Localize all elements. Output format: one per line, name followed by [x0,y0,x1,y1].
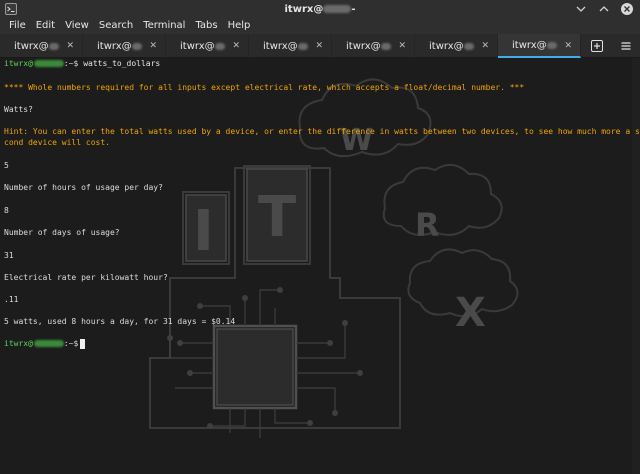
terminal-scrollbar[interactable] [632,58,640,474]
rate-question: Electrical rate per kilowatt hour? [4,273,168,282]
terminal-tab[interactable]: itwrx@ ✕ [415,34,498,58]
maximize-icon[interactable] [597,2,611,16]
watts-question: Watts? [4,105,33,114]
prompt-user: itwrx@ [4,59,33,68]
minimize-icon[interactable] [574,2,588,16]
terminal-tab[interactable]: itwrx@ ✕ [249,34,332,58]
svg-text:R: R [415,206,440,244]
tab-close-icon[interactable]: ✕ [481,40,489,52]
command-text: watts_to_dollars [83,59,161,68]
terminal-tab[interactable]: itwrx@ ✕ [332,34,415,58]
title-bar[interactable]: itwrx@ - [0,0,640,18]
prompt-line-1: itwrx@ :~$ watts_to_dollars [4,58,160,69]
tab-label: itwrx@ [263,41,308,52]
tab-label: itwrx@ [14,41,59,52]
menu-bar: File Edit View Search Terminal Tabs Help [0,18,640,34]
text-cursor [80,338,86,349]
tab-close-icon[interactable]: ✕ [398,40,406,52]
close-window-icon[interactable] [620,2,634,16]
prompt-user: itwrx@ [4,339,33,348]
hamburger-menu-icon [621,42,630,50]
prompt-suffix: :~$ [63,59,79,68]
tab-close-icon[interactable]: ✕ [149,40,157,52]
window-title-text: itwrx@ [284,3,324,15]
notice-line: **** Whole numbers required for all inpu… [4,83,525,92]
svg-text:I: I [193,199,214,264]
menu-help[interactable]: Help [223,18,256,34]
svg-text:X: X [455,290,486,336]
menu-tabs[interactable]: Tabs [190,18,222,34]
hint-line-1: Hint: You can enter the total watts used… [4,127,640,136]
itwrx-background-logo: I T W R X [149,78,519,438]
tab-bar: itwrx@ ✕ itwrx@ ✕ itwrx@ ✕ itwrx@ ✕ itwr… [0,34,640,58]
menu-edit[interactable]: Edit [31,18,60,34]
menu-file[interactable]: File [4,18,31,34]
days-answer: 31 [4,251,14,260]
tab-close-icon[interactable]: ✕ [232,40,240,52]
tab-label: itwrx@ [97,41,142,52]
new-tab-icon [590,40,603,52]
new-tab-button[interactable] [588,37,606,55]
prompt-suffix: :~$ [63,339,79,348]
terminal-app-icon [5,3,17,15]
tab-close-icon[interactable]: ✕ [66,40,74,52]
window-title: itwrx@ - [285,4,356,15]
watts-answer: 5 [4,161,9,170]
tab-close-icon[interactable]: ✕ [315,40,323,52]
terminal-tab[interactable]: itwrx@ ✕ [166,34,249,58]
hours-question: Number of hours of usage per day? [4,183,163,192]
terminal-tab-active[interactable]: itwrx@ ✕ [498,34,581,58]
tab-close-icon[interactable]: ✕ [564,40,572,52]
days-question: Number of days of usage? [4,228,120,237]
menu-terminal[interactable]: Terminal [138,18,190,34]
svg-text:T: T [258,185,296,250]
menu-view[interactable]: View [60,18,94,34]
window-title-suffix: - [351,3,356,15]
terminal-tab[interactable]: itwrx@ ✕ [83,34,166,58]
tab-label: itwrx@ [429,41,474,52]
tab-label: itwrx@ [180,41,225,52]
tab-label: itwrx@ [512,40,557,51]
prompt-line-2: itwrx@ :~$ [4,338,86,349]
hours-answer: 8 [4,206,9,215]
redacted-hostname [323,5,352,13]
result-line: 5 watts, used 8 hours a day, for 31 days… [4,317,236,326]
rate-answer: .11 [4,295,19,304]
terminal-tab[interactable]: itwrx@ ✕ [0,34,83,58]
terminal-output[interactable]: I T W R X itwrx@ :~$ watts_to_dollars ***… [0,58,640,474]
menu-search[interactable]: Search [94,18,138,34]
hamburger-menu-button[interactable] [617,37,635,55]
hint-line-2: cond device will cost. [4,138,110,147]
tab-label: itwrx@ [346,41,391,52]
